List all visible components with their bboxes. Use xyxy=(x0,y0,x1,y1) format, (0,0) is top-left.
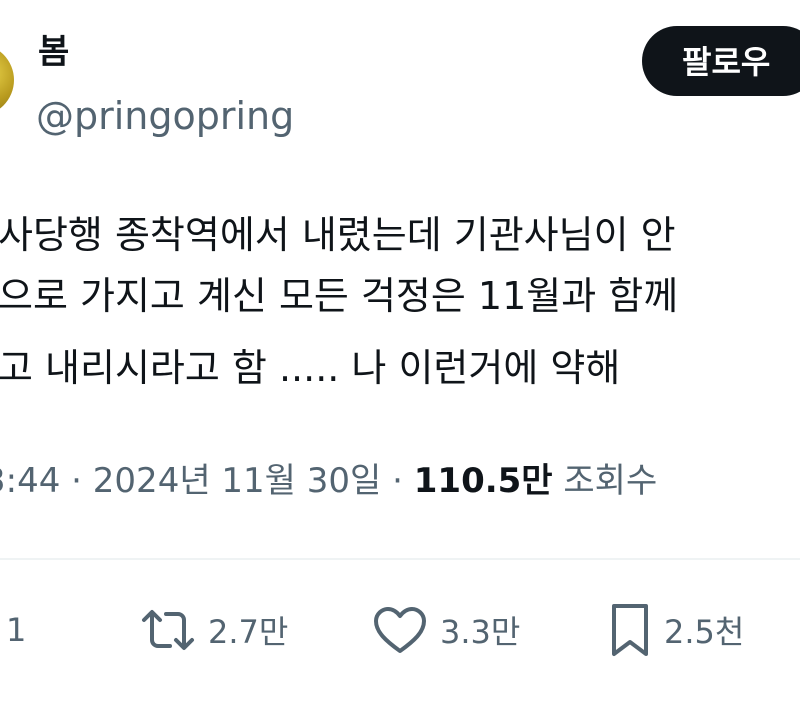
like-button[interactable]: 3.3만 xyxy=(372,600,520,660)
tweet-detail: 봄 @pringopring 팔로우 사당행 종착역에서 내렸는데 기관사님이 … xyxy=(0,0,800,706)
tweet-text-line-1: 사당행 종착역에서 내렸는데 기관사님이 안 xyxy=(0,213,676,257)
display-name[interactable]: 봄 xyxy=(38,30,69,74)
views-label: 조회수 xyxy=(563,461,658,501)
retweet-count: 2.7만 xyxy=(208,613,289,651)
divider xyxy=(0,558,800,560)
retweet-icon[interactable] xyxy=(140,606,196,654)
bookmark-button[interactable]: 2.5천 xyxy=(608,600,744,660)
user-handle[interactable]: @pringopring xyxy=(36,92,294,140)
views-count: 110.5만 xyxy=(413,461,553,501)
bookmark-count: 2.5천 xyxy=(664,613,745,651)
tweet-time[interactable]: 3:44 xyxy=(0,461,60,501)
reply-count: 1 xyxy=(6,611,27,649)
like-count: 3.3만 xyxy=(440,613,521,651)
tweet-meta: 3:44 · 2024년 11월 30일 · 110.5만 조회수 xyxy=(0,457,657,505)
retweet-button[interactable]: 2.7만 xyxy=(140,600,288,660)
reply-button[interactable]: 1 xyxy=(0,600,26,660)
bookmark-icon[interactable] xyxy=(608,602,652,658)
meta-separator: · xyxy=(71,461,82,501)
avatar[interactable] xyxy=(0,44,14,116)
follow-button[interactable]: 팔로우 xyxy=(642,26,800,96)
tweet-date[interactable]: 2024년 11월 30일 xyxy=(93,461,382,501)
tweet-text-line-2: 으로 가지고 계신 모든 걱정은 11월과 함께 xyxy=(0,274,679,318)
tweet-text-line-3: 고 내리시라고 함 ..... 나 이런거에 약해 xyxy=(0,346,621,390)
heart-icon[interactable] xyxy=(372,605,428,655)
meta-separator: · xyxy=(392,461,403,501)
